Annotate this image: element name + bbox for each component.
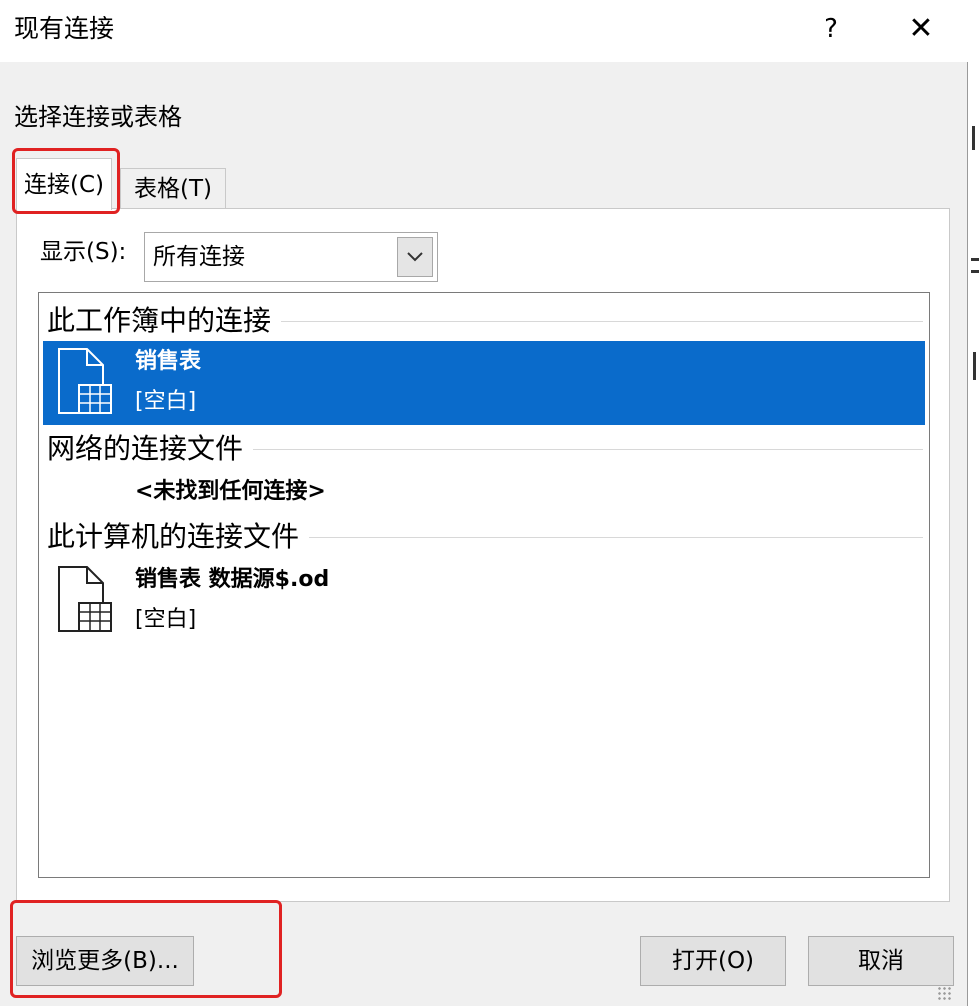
item-description: [空白] [135,389,197,414]
list-item-workbook-connection[interactable]: 销售表 [空白] [43,341,925,425]
cancel-button[interactable]: 取消 [808,936,954,986]
background-fragment [970,250,980,290]
item-description: [空白] [135,607,197,632]
group-divider [281,320,923,322]
open-button[interactable]: 打开(O) [640,936,786,986]
background-fragment [970,120,980,160]
group-header-computer: 此计算机的连接文件 [47,517,923,557]
resize-grip-icon[interactable] [937,986,953,1002]
connection-file-icon [58,566,112,632]
list-item-computer-connection[interactable]: 销售表 数据源$.od [空白] [43,559,925,643]
title-bar: 现有连接 ? ✕ [0,0,968,62]
connections-list[interactable]: 此工作簿中的连接 销售表 [空白] 网络的连接文件 <未找到任何连接> 此计算机… [38,292,930,878]
item-name: 销售表 [135,349,202,374]
browse-more-button[interactable]: 浏览更多(B)... [16,936,194,986]
dialog-title: 现有连接 [14,14,115,43]
help-button[interactable]: ? [806,8,856,50]
group-header-label: 此计算机的连接文件 [47,520,300,553]
group-header-label: 网络的连接文件 [47,432,244,465]
background-fragment [970,348,980,388]
item-name: 销售表 数据源$.od [135,567,330,592]
group-header-workbook: 此工作簿中的连接 [47,301,923,341]
existing-connections-dialog: 现有连接 ? ✕ 选择连接或表格 连接(C) 表格(T) 显示(S): 所有连接… [0,0,968,1006]
group-header-label: 此工作簿中的连接 [47,304,272,337]
group-header-network: 网络的连接文件 [47,429,923,469]
connection-file-icon [58,348,112,414]
chevron-down-icon[interactable] [397,237,433,277]
show-filter-value: 所有连接 [153,244,245,270]
group-divider [309,536,923,538]
close-button[interactable]: ✕ [890,8,952,50]
tab-connections[interactable]: 连接(C) [16,158,112,210]
section-label: 选择连接或表格 [14,103,182,131]
tab-tables[interactable]: 表格(T) [120,168,226,208]
empty-message: <未找到任何连接> [135,479,326,504]
show-filter-select[interactable]: 所有连接 [144,232,438,282]
group-divider [253,448,923,450]
show-label: 显示(S): [40,239,127,265]
